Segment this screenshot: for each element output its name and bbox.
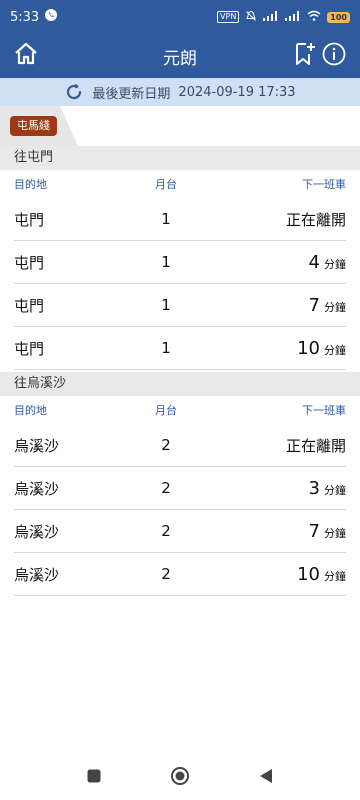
info-icon [321,41,347,71]
row-minutes: 4 [308,251,320,273]
column-headers: 目的地 月台 下一班車 [14,398,346,422]
row-platform: 1 [161,296,171,314]
row-destination: 烏溪沙 [14,436,60,455]
column-next-train: 下一班車 [302,404,346,417]
row-next-train: 10 分鐘 [256,338,346,359]
last-updated-banner: 最後更新日期 2024-09-19 17:33 [0,78,360,106]
back-button[interactable] [255,765,277,787]
last-updated-label: 最後更新日期 [92,86,171,102]
row-unit: 分鐘 [324,526,346,540]
row-unit: 分鐘 [324,343,346,357]
section-header: 往屯門 [0,146,360,170]
status-right: VPN 100 [217,10,350,25]
row-platform: 2 [161,565,171,583]
row-platform: 2 [161,436,171,454]
wifi-icon [307,10,321,24]
train-row[interactable]: 烏溪沙 2 7 分鐘 [14,510,346,553]
train-row[interactable]: 屯門 1 7 分鐘 [14,284,346,327]
system-nav-bar [0,752,360,800]
bookmark-add-icon [291,41,317,71]
row-platform: 2 [161,479,171,497]
row-next-train: 7 分鐘 [256,521,346,542]
recents-button[interactable] [83,765,105,787]
vpn-indicator: VPN [217,11,240,23]
column-headers: 目的地 月台 下一班車 [14,172,346,196]
column-destination: 目的地 [14,404,47,417]
last-updated-datetime: 2024-09-19 17:33 [178,84,296,100]
square-icon [87,769,101,783]
row-minutes: 10 [297,563,320,585]
row-status: 正在離開 [285,436,346,455]
home-button[interactable] [12,42,40,70]
info-button[interactable] [320,42,348,70]
line-badge: 屯馬綫 [10,116,57,136]
column-platform: 月台 [155,178,177,191]
train-row[interactable]: 烏溪沙 2 10 分鐘 [14,553,346,596]
status-left: 5:33 [10,9,58,25]
row-platform: 1 [161,253,171,271]
status-time: 5:33 [10,9,40,25]
home-nav-button[interactable] [169,765,191,787]
row-next-train: 10 分鐘 [256,564,346,585]
call-icon [45,9,58,25]
row-unit: 分鐘 [324,257,346,271]
row-next-train: 4 分鐘 [256,252,346,273]
train-row[interactable]: 屯門 1 正在離開 [14,198,346,241]
train-row[interactable]: 屯門 1 10 分鐘 [14,327,346,370]
section-header: 往烏溪沙 [0,372,360,396]
battery-indicator: 100 [327,11,350,23]
column-destination: 目的地 [14,178,47,191]
refresh-icon[interactable] [64,82,84,102]
signal-icon-2 [285,10,301,24]
row-unit: 分鐘 [324,569,346,583]
row-next-train: 3 分鐘 [256,478,346,499]
column-next-train: 下一班車 [302,178,346,191]
circle-icon [171,767,189,785]
back-triangle-icon [260,769,272,783]
row-destination: 屯門 [14,253,45,272]
train-row[interactable]: 烏溪沙 2 正在離開 [14,424,346,467]
train-row[interactable]: 屯門 1 4 分鐘 [14,241,346,284]
signal-icon [263,10,279,24]
add-bookmark-button[interactable] [290,42,318,70]
row-minutes: 7 [308,520,320,542]
row-destination: 屯門 [14,339,45,358]
row-platform: 1 [161,339,171,357]
status-bar: 5:33 VPN 100 [0,0,360,34]
mute-icon [245,10,257,25]
row-status: 正在離開 [285,210,346,229]
row-destination: 烏溪沙 [14,479,60,498]
row-destination: 烏溪沙 [14,565,60,584]
row-destination: 烏溪沙 [14,522,60,541]
row-minutes: 7 [308,294,320,316]
row-unit: 分鐘 [324,300,346,314]
row-next-train: 正在離開 [256,435,346,456]
row-platform: 1 [161,210,171,228]
row-minutes: 10 [297,337,320,359]
row-platform: 2 [161,522,171,540]
row-unit: 分鐘 [324,483,346,497]
row-minutes: 3 [308,477,320,499]
column-platform: 月台 [155,404,177,417]
tab-tuen-ma-line[interactable]: 屯馬綫 [0,106,78,146]
home-icon [13,41,39,71]
row-destination: 屯門 [14,296,45,315]
line-tabs: 屯馬綫 [0,106,360,146]
app-bar: 元朗 [0,34,360,78]
row-next-train: 正在離開 [256,209,346,230]
row-destination: 屯門 [14,210,45,229]
row-next-train: 7 分鐘 [256,295,346,316]
train-row[interactable]: 烏溪沙 2 3 分鐘 [14,467,346,510]
